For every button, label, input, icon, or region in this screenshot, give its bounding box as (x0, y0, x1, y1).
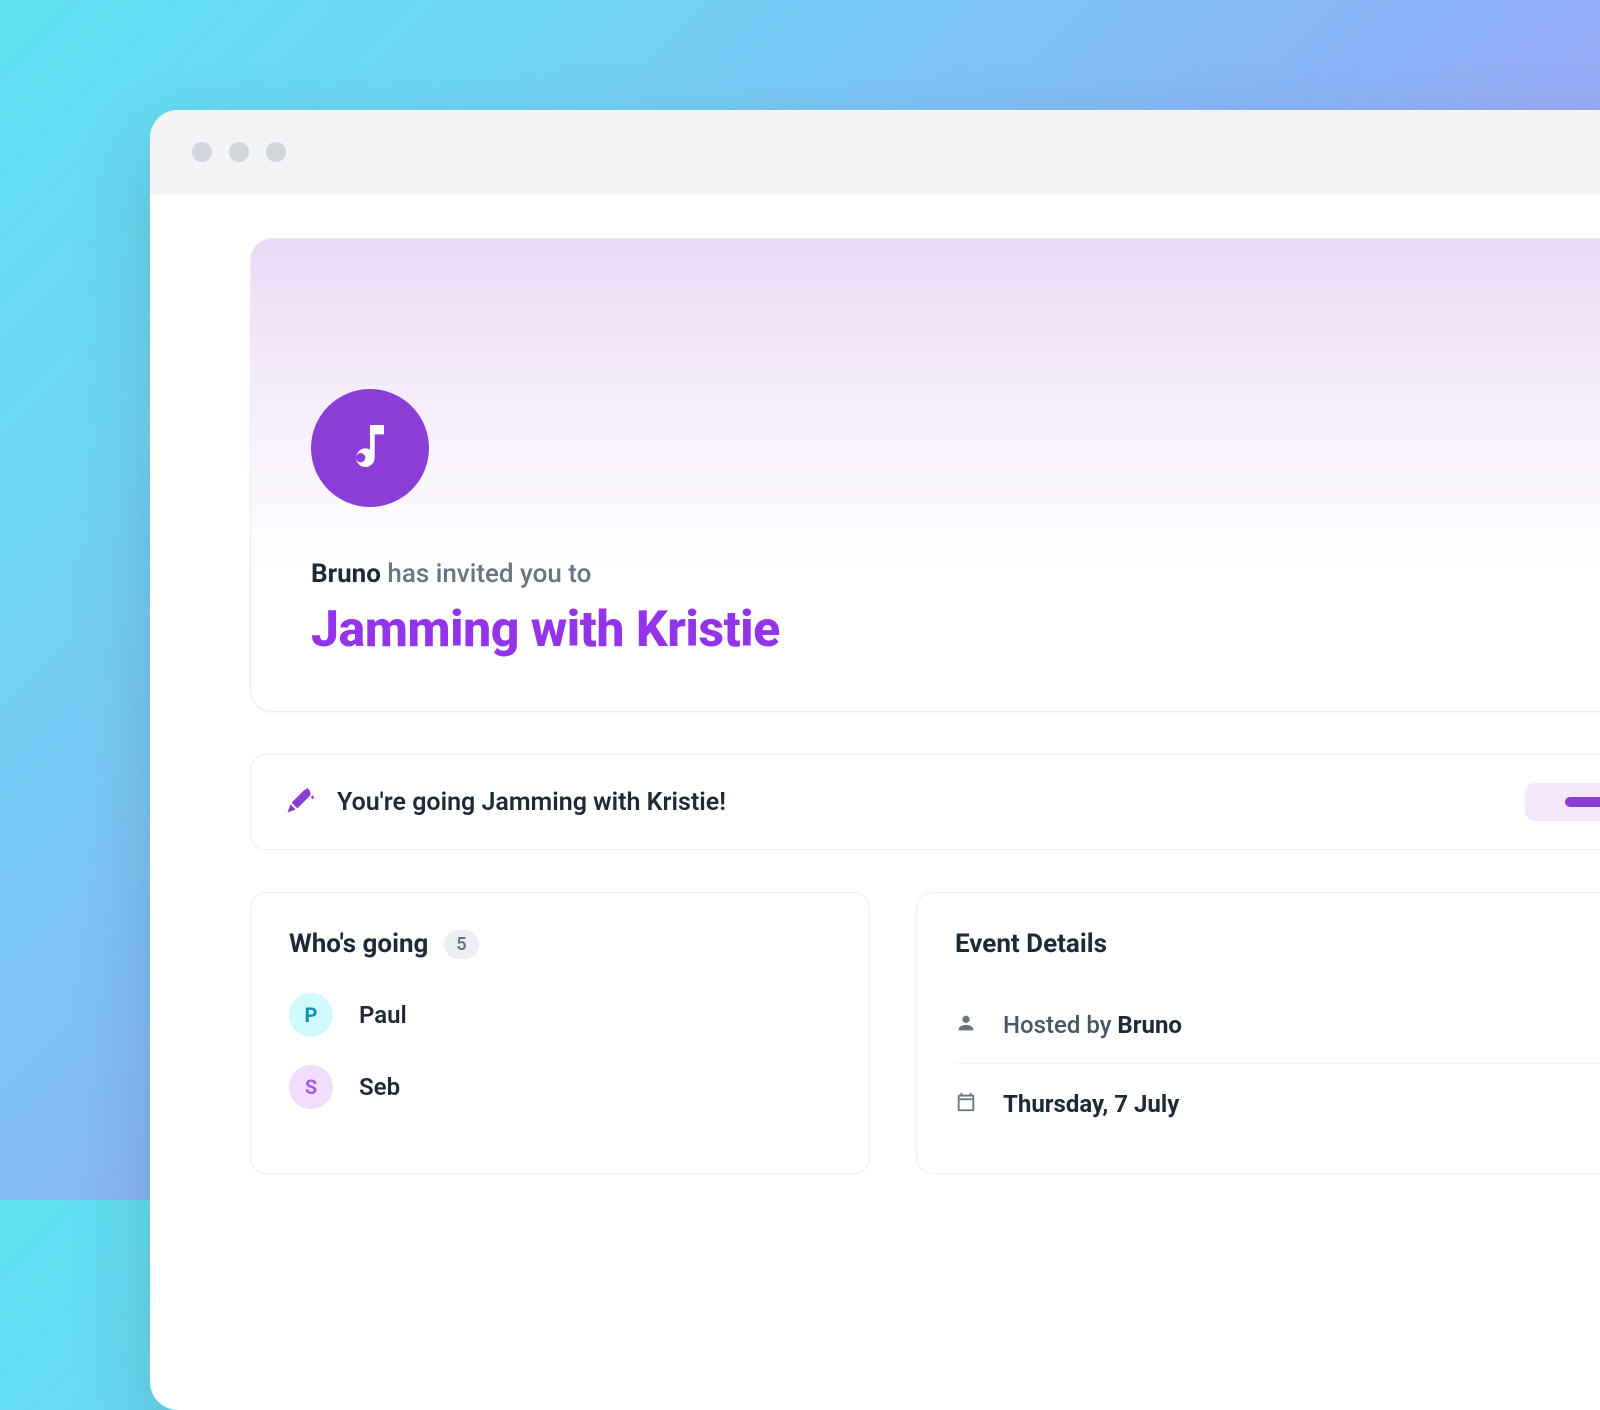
invite-line: Bruno has invited you to (311, 559, 1600, 589)
event-hero-card: Bruno has invited you to Jamming with Kr… (250, 238, 1600, 712)
rsvp-action-button[interactable] (1525, 783, 1600, 821)
calendar-icon (955, 1091, 979, 1117)
party-popper-icon (285, 785, 315, 819)
date-text: Thursday, 7 July (1003, 1090, 1179, 1118)
attendee-row[interactable]: P Paul (289, 993, 831, 1037)
window-titlebar (150, 110, 1600, 194)
rsvp-status-bar: You're going Jamming with Kristie! (250, 754, 1600, 850)
window-close-dot[interactable] (192, 142, 212, 162)
rsvp-status-text: You're going Jamming with Kristie! (337, 788, 726, 817)
event-details-title: Event Details (955, 929, 1107, 959)
host-row: Hosted by Bruno (955, 993, 1600, 1057)
attendees-count-badge: 5 (444, 930, 478, 959)
inviter-name: Bruno (311, 559, 381, 589)
event-title: Jamming with Kristie (311, 601, 1600, 659)
browser-window: Bruno has invited you to Jamming with Kr… (150, 110, 1600, 1410)
date-row: Thursday, 7 July (955, 1063, 1600, 1136)
event-category-badge (311, 389, 429, 507)
person-icon (955, 1012, 979, 1038)
event-details-panel: Event Details Hosted by Bruno Thursda (916, 892, 1600, 1174)
avatar: S (289, 1065, 333, 1109)
attendees-title: Who's going (289, 929, 428, 959)
music-icon (342, 418, 398, 478)
page-content: Bruno has invited you to Jamming with Kr… (150, 194, 1600, 1174)
invite-suffix: has invited you to (381, 559, 591, 589)
window-minimize-dot[interactable] (229, 142, 249, 162)
host-text: Hosted by Bruno (1003, 1011, 1182, 1039)
avatar: P (289, 993, 333, 1037)
attendee-row[interactable]: S Seb (289, 1065, 831, 1109)
attendees-panel: Who's going 5 P Paul S Seb (250, 892, 870, 1174)
attendee-name: Paul (359, 1001, 407, 1029)
attendee-name: Seb (359, 1073, 400, 1101)
window-maximize-dot[interactable] (266, 142, 286, 162)
